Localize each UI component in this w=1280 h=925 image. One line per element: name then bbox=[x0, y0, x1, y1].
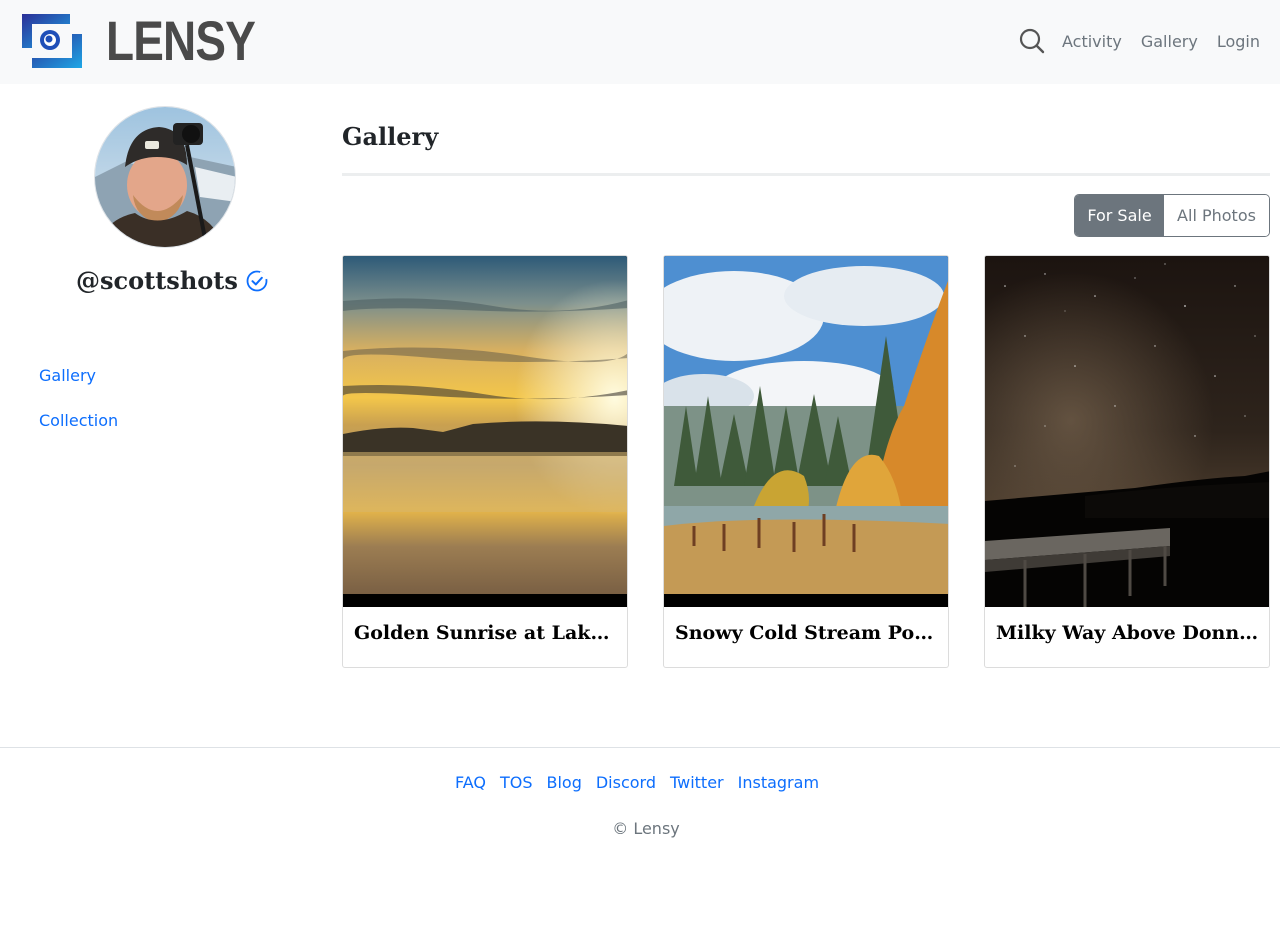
footer-link-twitter[interactable]: Twitter bbox=[670, 773, 724, 792]
filter-all-photos-button[interactable]: All Photos bbox=[1164, 195, 1269, 236]
footer-link-blog[interactable]: Blog bbox=[546, 773, 581, 792]
footer-link-faq[interactable]: FAQ bbox=[455, 773, 486, 792]
page-title: Gallery bbox=[342, 122, 439, 151]
handle-text: @scottshots bbox=[76, 266, 238, 295]
copyright-text: © Lensy bbox=[612, 819, 680, 838]
nav-gallery[interactable]: Gallery bbox=[1141, 32, 1198, 51]
filter-for-sale-button[interactable]: For Sale bbox=[1075, 195, 1164, 236]
photo-card[interactable]: Milky Way Above Donne... bbox=[984, 255, 1270, 668]
photo-thumbnail[interactable] bbox=[343, 256, 627, 607]
sidebar-item-collection[interactable]: Collection bbox=[39, 411, 118, 430]
photo-caption[interactable]: Snowy Cold Stream Pon... bbox=[675, 622, 939, 644]
nav-activity[interactable]: Activity bbox=[1062, 32, 1122, 51]
photo-card[interactable]: Snowy Cold Stream Pon... bbox=[663, 255, 949, 668]
photo-thumbnail[interactable] bbox=[664, 256, 948, 607]
main-nav: Activity Gallery Login bbox=[1019, 28, 1260, 54]
sidebar-item-gallery[interactable]: Gallery bbox=[39, 366, 96, 385]
nav-login[interactable]: Login bbox=[1217, 32, 1260, 51]
brand-name[interactable]: LENSY bbox=[106, 10, 256, 72]
photo-card[interactable]: Golden Sunrise at Lake T... bbox=[342, 255, 628, 668]
footer-link-instagram[interactable]: Instagram bbox=[738, 773, 819, 792]
footer-link-discord[interactable]: Discord bbox=[596, 773, 656, 792]
photo-caption[interactable]: Golden Sunrise at Lake T... bbox=[354, 622, 618, 644]
photo-caption[interactable]: Milky Way Above Donne... bbox=[996, 622, 1260, 644]
photo-thumbnail[interactable] bbox=[985, 256, 1269, 607]
title-divider bbox=[342, 173, 1270, 176]
profile-handle: @scottshots bbox=[76, 266, 268, 295]
footer-divider bbox=[0, 747, 1280, 748]
profile-avatar bbox=[94, 106, 236, 248]
top-navbar: LENSY Activity Gallery Login bbox=[0, 0, 1280, 84]
search-icon[interactable] bbox=[1019, 28, 1045, 54]
verified-check-icon bbox=[246, 270, 268, 291]
lensy-logo-icon[interactable] bbox=[20, 12, 84, 70]
footer-link-tos[interactable]: TOS bbox=[500, 773, 533, 792]
footer-links: FAQ TOS Blog Discord Twitter Instagram bbox=[0, 773, 1280, 792]
sale-filter-toggle: For Sale All Photos bbox=[1074, 194, 1270, 237]
